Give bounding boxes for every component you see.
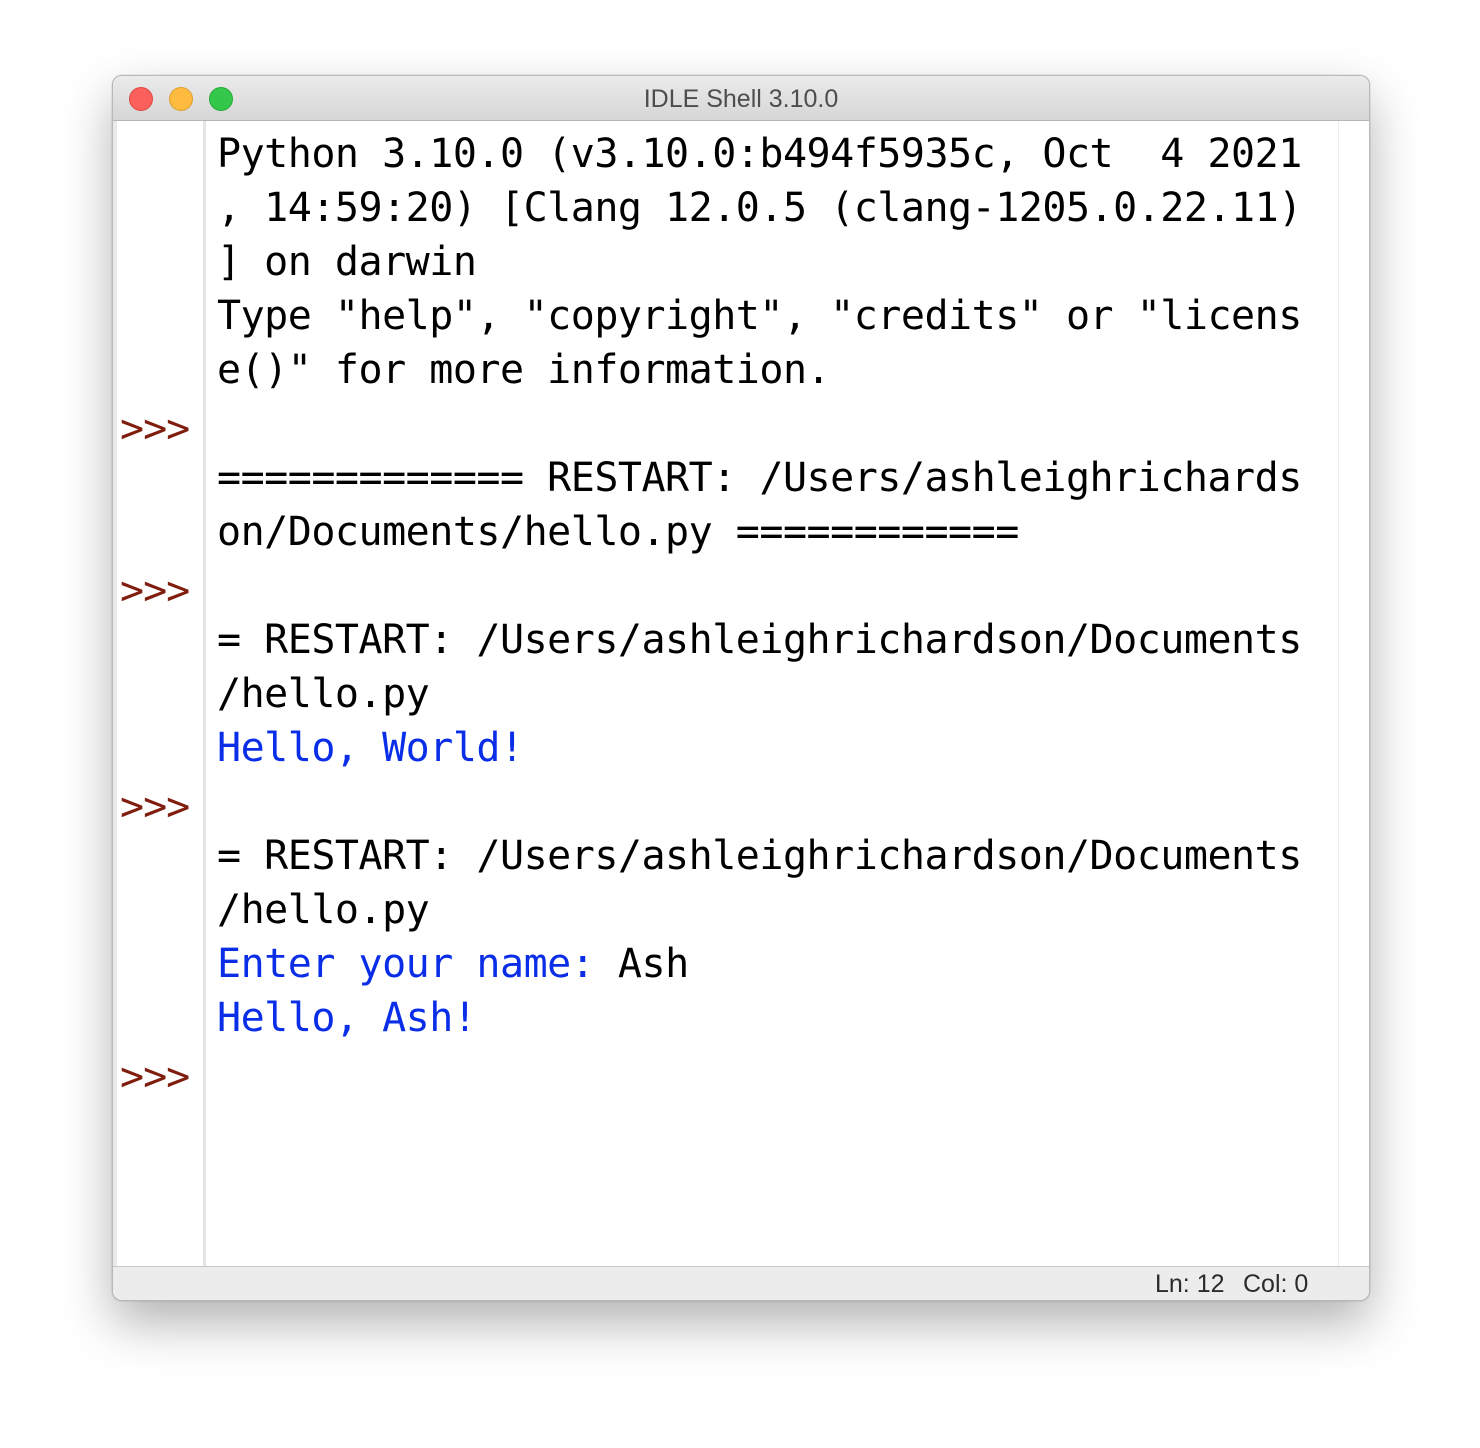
restart-banner-line: /hello.py	[217, 887, 430, 933]
shell-output-line: e()" for more information.	[217, 347, 831, 393]
column-number-indicator: Col: 0	[1243, 1270, 1309, 1298]
window-title: IDLE Shell 3.10.0	[643, 85, 839, 113]
prompt-marker: >>>	[120, 784, 190, 830]
idle-shell-window: IDLE Shell 3.10.0 >>> >>> >>> >>> Python…	[112, 75, 1370, 1301]
restart-banner-line: on/Documents/hello.py ============	[217, 509, 1019, 555]
user-input-text: Ash	[617, 941, 689, 987]
line-number-indicator: Ln: 12	[1155, 1270, 1225, 1298]
shell-output-line: Python 3.10.0 (v3.10.0:b494f5935c, Oct 4…	[217, 131, 1302, 177]
shell-output-line: , 14:59:20) [Clang 12.0.5 (clang-1205.0.…	[217, 185, 1302, 231]
shell-content[interactable]: >>> >>> >>> >>> Python 3.10.0 (v3.10.0:b…	[113, 121, 1369, 1267]
input-prompt-text: Enter your name:	[217, 941, 618, 987]
shell-output-line	[217, 559, 1329, 613]
input-line: Enter your name: Ash	[217, 937, 1329, 991]
vertical-scrollbar[interactable]	[1338, 121, 1369, 1267]
restart-banner-line: /hello.py	[217, 671, 430, 717]
program-output-line: Hello, World!	[217, 725, 524, 771]
shell-output-line	[217, 397, 1329, 451]
restart-banner-line: ============= RESTART: /Users/ashleighri…	[217, 455, 1302, 501]
prompt-gutter: >>> >>> >>> >>>	[113, 121, 206, 1267]
program-output-line: Hello, Ash!	[217, 995, 477, 1041]
prompt-marker: >>>	[120, 1054, 190, 1100]
restart-banner-line: = RESTART: /Users/ashleighrichardson/Doc…	[217, 833, 1302, 879]
prompt-marker: >>>	[120, 406, 190, 452]
shell-output-line: Type "help", "copyright", "credits" or "…	[217, 293, 1302, 339]
shell-text-area[interactable]: Python 3.10.0 (v3.10.0:b494f5935c, Oct 4…	[217, 127, 1329, 1267]
shell-output-line: ] on darwin	[217, 239, 477, 285]
prompt-marker: >>>	[120, 568, 190, 614]
restart-banner-line: = RESTART: /Users/ashleighrichardson/Doc…	[217, 617, 1302, 663]
status-bar: Ln: 12 Col: 0	[113, 1266, 1369, 1300]
shell-output-line	[217, 775, 1329, 829]
gutter-edge	[113, 121, 117, 1267]
title-bar[interactable]: IDLE Shell 3.10.0	[113, 76, 1369, 121]
